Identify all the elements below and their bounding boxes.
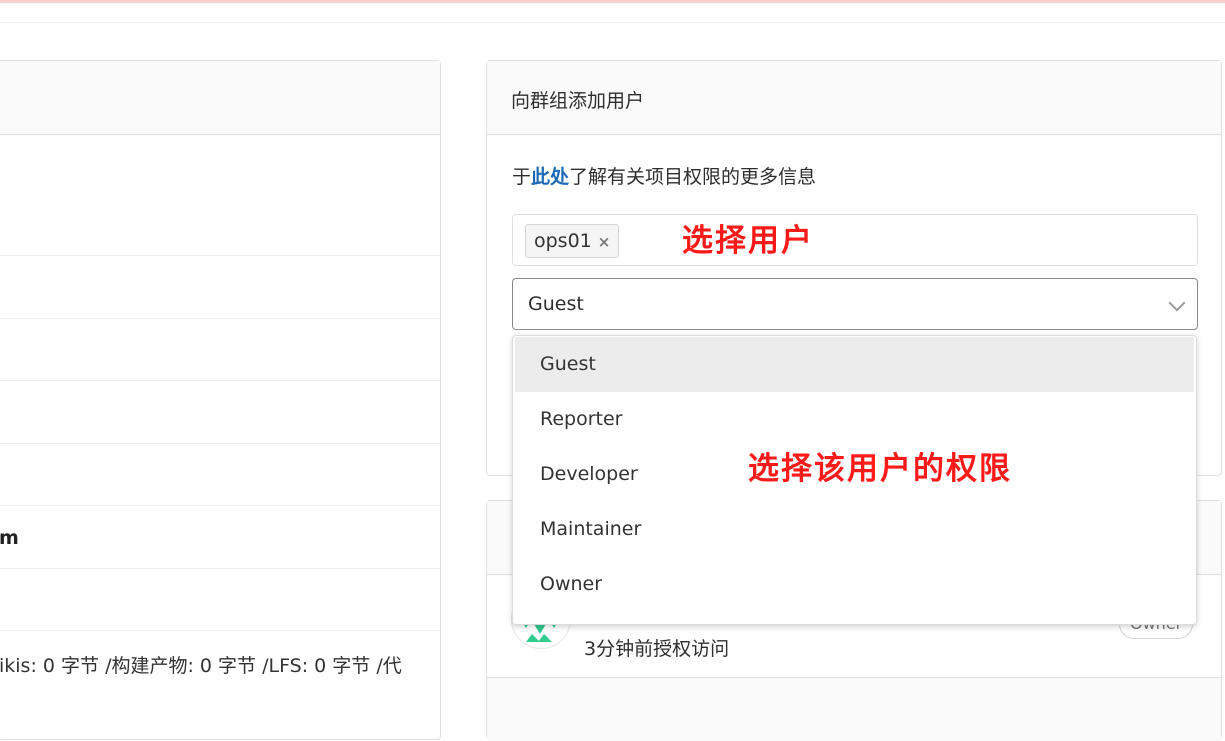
group-info-row <box>0 630 440 631</box>
option-owner[interactable]: Owner <box>515 557 1194 612</box>
option-reporter[interactable]: Reporter <box>515 392 1194 447</box>
add-user-panel-title: 向群组添加用户 <box>487 61 1221 135</box>
annotation-select-user: 选择用户 <box>682 223 814 259</box>
group-info-row <box>0 568 440 569</box>
group-info-row <box>0 380 440 381</box>
info-suffix: 了解有关项目权限的更多信息 <box>569 166 817 188</box>
selected-user-name: ops01 <box>534 230 592 252</box>
storage-stats: ikis: 0 字节 /构建产物: 0 字节 /LFS: 0 字节 /代 <box>0 655 402 677</box>
group-info-row <box>0 505 440 506</box>
user-search-input[interactable]: ops01 × <box>512 214 1198 266</box>
header-divider <box>0 22 1225 23</box>
group-members-footer <box>487 677 1221 741</box>
option-maintainer[interactable]: Maintainer <box>515 502 1194 557</box>
access-level-select[interactable]: Guest <box>512 278 1198 330</box>
permissions-help-link[interactable]: 此处 <box>531 166 569 188</box>
chevron-down-icon <box>1168 294 1186 312</box>
remove-user-icon[interactable]: × <box>598 233 611 251</box>
info-prefix: 于 <box>512 166 532 188</box>
group-info-row <box>0 318 440 319</box>
group-info-panel: m ikis: 0 字节 /构建产物: 0 字节 /LFS: 0 字节 /代 <box>0 60 441 740</box>
member-access-granted-time: 3分钟前授权访问 <box>584 638 730 660</box>
selected-user-token: ops01 × <box>525 224 620 258</box>
permissions-info-line: 于此处了解有关项目权限的更多信息 <box>512 162 816 189</box>
access-level-value: Guest <box>528 293 584 315</box>
group-info-row <box>0 255 440 256</box>
option-guest[interactable]: Guest <box>515 337 1194 392</box>
group-info-row <box>0 443 440 444</box>
annotation-select-role: 选择该用户的权限 <box>748 451 1012 487</box>
top-accent-bar <box>0 0 1225 3</box>
group-info-header <box>0 61 440 135</box>
group-info-bold-text: m <box>0 527 19 549</box>
